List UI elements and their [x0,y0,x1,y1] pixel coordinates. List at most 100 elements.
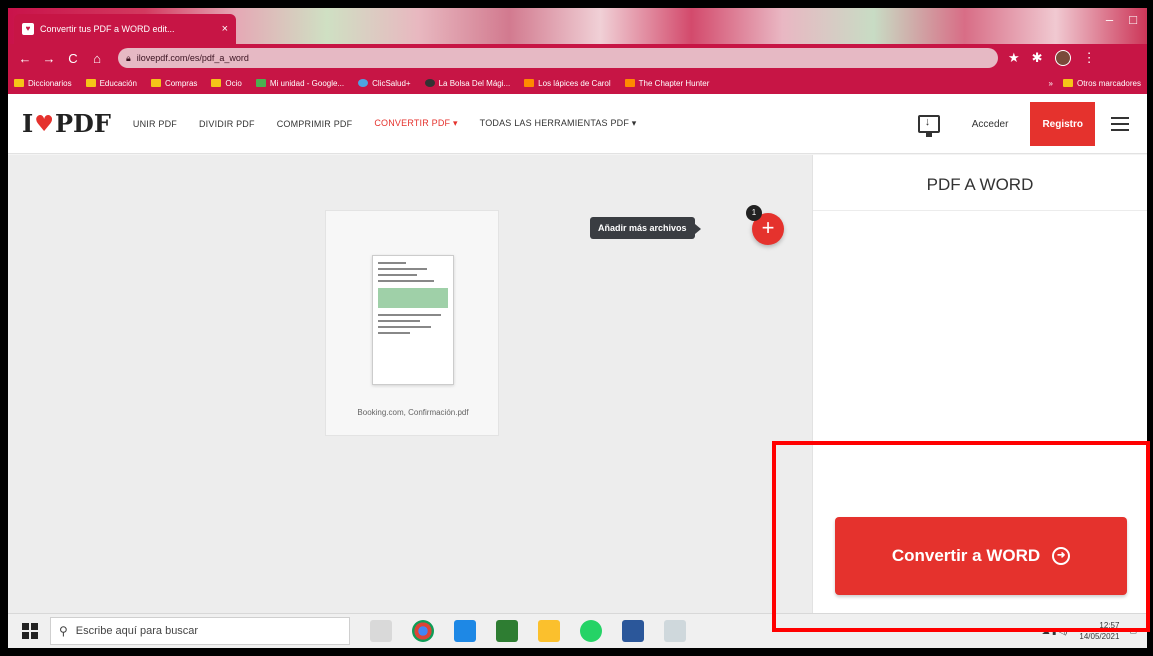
file-name: Booking.com, Confirmación.pdf [357,408,469,417]
bookmark-item[interactable]: The Chapter Hunter [624,78,710,88]
windows-taskbar: ⚲ Escribe aquí para buscar ⌃ ☁ ▮ ◁) 12:5… [8,613,1147,648]
word-icon[interactable] [622,620,644,642]
mail-icon[interactable] [454,620,476,642]
bookmark-label: Diccionarios [28,78,72,88]
reload-icon[interactable]: C [64,51,82,66]
logo-text-left: I [22,109,34,138]
clock-date: 14/05/2021 [1079,632,1120,641]
tab-title: Convertir tus PDF a WORD edit... [40,24,175,34]
browser-tab-bar: ♥ Convertir tus PDF a WORD edit... × – □ [8,8,1147,44]
folder-icon [14,79,24,87]
browser-tab[interactable]: ♥ Convertir tus PDF a WORD edit... × [14,14,236,44]
bookmarks-bar: Diccionarios Educación Compras Ocio Mi u… [8,72,1147,94]
bookmark-label: Ocio [225,78,242,88]
nav-convert-pdf[interactable]: CONVERTIR PDF ▾ [374,118,457,129]
folder-icon [150,79,161,87]
folder-icon [1062,79,1073,87]
forward-icon[interactable]: → [40,51,58,66]
login-button[interactable]: Acceder [960,119,1021,130]
bookmark-item[interactable]: Mi unidad - Google... [255,78,345,88]
nav-merge-pdf[interactable]: UNIR PDF [133,119,177,129]
bookmark-item[interactable]: Los lápices de Carol [524,78,611,88]
bookmark-label: ClicSalud+ [372,78,411,88]
paint-icon[interactable] [664,620,686,642]
bookmarks-right: » Otros marcadores [1049,79,1141,88]
windows-start-icon[interactable] [22,623,38,639]
header-actions: ↓ Acceder Registro [917,94,1147,154]
bookmark-item[interactable]: Ocio [211,78,242,88]
pdf-thumbnail [372,255,454,385]
window-controls: – □ [1106,12,1137,27]
notifications-icon[interactable]: ▭ [1129,627,1137,636]
lock-icon: 🔒︎ [126,52,131,63]
drive-icon [255,79,266,87]
arrow-right-circle-icon: ➜ [1052,547,1071,565]
nav-split-pdf[interactable]: DIVIDIR PDF [199,119,255,129]
address-bar-actions: ★ ✱ ⋮ [1008,50,1096,66]
file-card[interactable]: Booking.com, Confirmación.pdf [325,210,499,436]
tab-close-icon[interactable]: × [222,23,228,35]
file-workspace: Booking.com, Confirmación.pdf Añadir más… [8,155,812,613]
system-tray: ⌃ ☁ ▮ ◁) 12:57 14/05/2021 ▭ [1033,620,1147,642]
bookmark-item[interactable]: La Bolsa Del Mági... [424,78,511,88]
profile-avatar[interactable] [1054,50,1071,66]
options-sidebar: PDF A WORD Convertir a WORD ➜ [812,155,1147,613]
bookmark-label: Educación [99,78,137,88]
bookmark-item[interactable]: Diccionarios [14,79,72,88]
maximize-icon[interactable]: □ [1129,12,1137,27]
ilovepdf-logo[interactable]: I ♥ PDF [22,109,111,138]
bookmark-label: La Bolsa Del Mági... [438,78,511,88]
desktop-download-icon[interactable]: ↓ [917,115,940,137]
site-header: I ♥ PDF UNIR PDF DIVIDIR PDF COMPRIMIR PDF… [8,94,1147,154]
search-icon: ⚲ [59,624,68,638]
bookmark-item[interactable]: ClicSalud+ [358,78,411,88]
app-icon[interactable] [496,620,518,642]
register-button[interactable]: Registro [1030,102,1095,146]
bookmark-star-icon[interactable]: ★ [1008,50,1020,66]
taskbar-search-input[interactable]: ⚲ Escribe aquí para buscar [50,617,350,645]
task-view-icon[interactable] [370,620,392,642]
tray-icons[interactable]: ⌃ ☁ ▮ ◁) [1033,627,1068,636]
logo-text-right: PDF [54,109,111,138]
whatsapp-icon[interactable] [580,620,602,642]
clock[interactable]: 12:57 14/05/2021 [1079,620,1119,642]
bookmark-label: Otros marcadores [1076,78,1141,88]
convert-button-label: Convertir a WORD [891,546,1041,565]
home-icon[interactable]: ⌂ [88,51,106,66]
nav-compress-pdf[interactable]: COMPRIMIR PDF [277,119,353,129]
bookmark-item[interactable]: Educación [85,78,137,88]
more-bookmarks-icon[interactable]: » [1049,79,1053,88]
bookmark-item[interactable]: Compras [150,78,198,88]
minimize-icon[interactable]: – [1106,12,1113,27]
add-files-tooltip: Añadir más archivos [590,217,701,239]
folder-icon [85,79,96,87]
back-icon[interactable]: ← [16,51,34,66]
screenshot-frame: ♥ Convertir tus PDF a WORD edit... × – □… [8,8,1147,648]
heart-icon: ♥ [34,110,54,137]
chrome-icon[interactable] [412,620,434,642]
bookmark-label: Mi unidad - Google... [269,78,345,88]
url-text: ilovepdf.com/es/pdf_a_word [136,53,249,63]
other-bookmarks[interactable]: Otros marcadores [1062,78,1141,88]
bookmark-label: The Chapter Hunter [638,78,710,88]
url-input[interactable]: 🔒︎ ilovepdf.com/es/pdf_a_word [118,48,998,68]
file-count-badge: 1 [746,205,762,221]
bookmark-label: Los lápices de Carol [538,78,611,88]
extensions-icon[interactable]: ✱ [1032,50,1043,66]
nav-all-tools[interactable]: TODAS LAS HERRAMIENTAS PDF ▾ [480,118,637,129]
file-explorer-icon[interactable] [538,620,560,642]
folder-icon [211,79,222,87]
tool-title: PDF A WORD [813,155,1147,211]
blogger-icon [624,79,635,87]
menu-dots-icon[interactable]: ⋮ [1083,50,1096,66]
blogger-icon [524,79,535,87]
address-bar-row: ← → C ⌂ 🔒︎ ilovepdf.com/es/pdf_a_word ★ … [8,44,1147,72]
clock-time: 12:57 [1099,621,1120,630]
search-placeholder: Escribe aquí para buscar [75,625,199,637]
clicsalud-icon [358,79,369,87]
site-icon [424,79,435,87]
convert-to-word-button[interactable]: Convertir a WORD ➜ [835,517,1127,595]
hamburger-menu-icon[interactable] [1111,117,1129,131]
bookmark-label: Compras [164,78,198,88]
ilovepdf-favicon-icon: ♥ [22,23,34,35]
